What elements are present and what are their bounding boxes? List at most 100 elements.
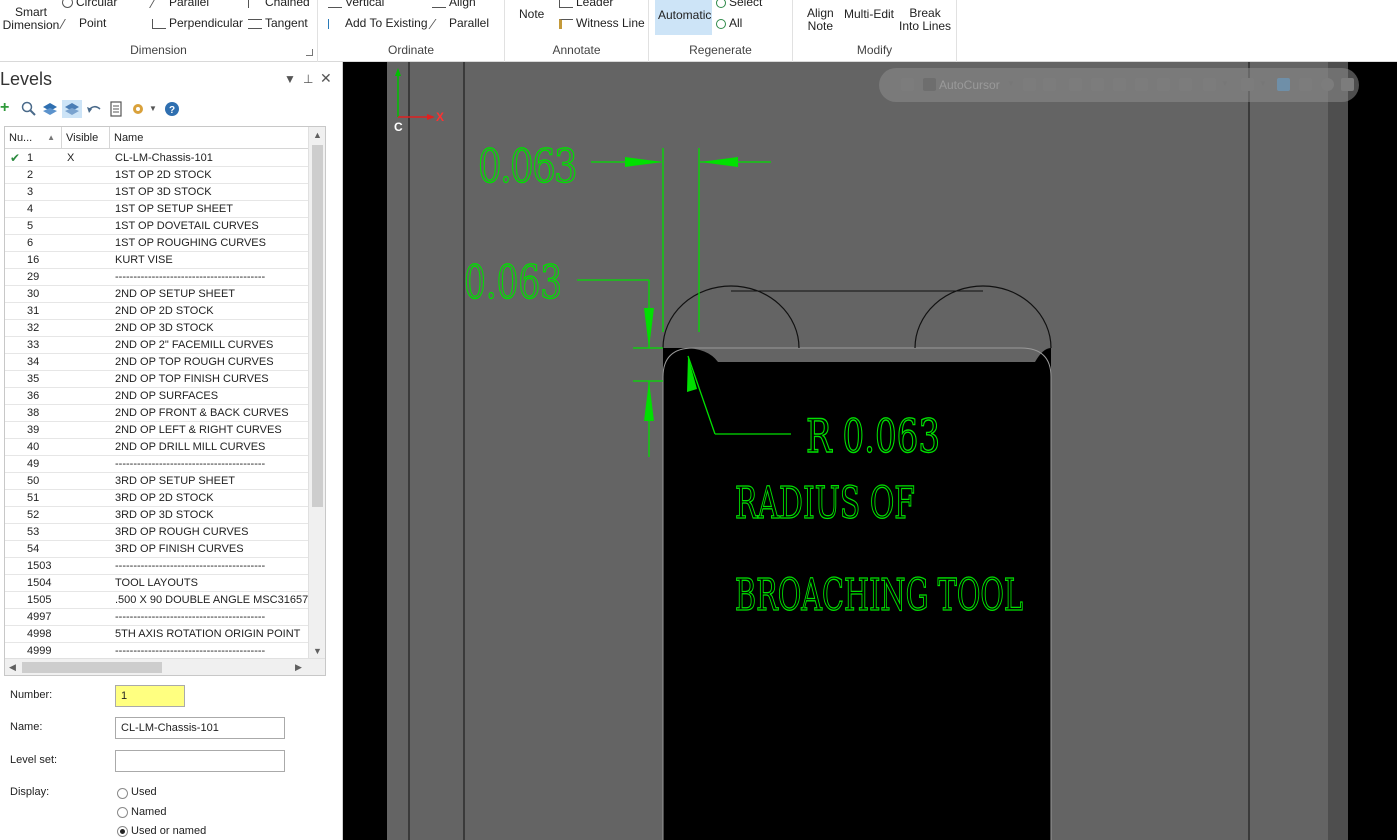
note-button[interactable]: Note <box>519 7 544 21</box>
level-visible[interactable] <box>67 167 107 183</box>
column-name-header[interactable]: Name <box>110 127 309 149</box>
align-note-button[interactable]: Align Note <box>807 7 834 33</box>
table-row[interactable]: 32 2ND OP 3D STOCK <box>5 320 309 337</box>
level-visible[interactable] <box>67 218 107 234</box>
vertical-button[interactable]: Vertical <box>328 0 384 9</box>
parallel-dim-button[interactable]: Parallel <box>149 0 209 9</box>
scroll-down-icon[interactable]: ▼ <box>313 646 322 656</box>
table-row[interactable]: 31 2ND OP 2D STOCK <box>5 303 309 320</box>
table-row[interactable]: 51 3RD OP 2D STOCK <box>5 490 309 507</box>
pin-icon[interactable]: ⊥ <box>303 72 313 86</box>
display-used-or-named-radio[interactable] <box>117 826 128 837</box>
table-row[interactable]: 1505 .500 X 90 DOUBLE ANGLE MSC31657208 <box>5 592 309 609</box>
settings-dropdown-icon[interactable]: ▼ <box>149 104 165 120</box>
panel-dropdown-icon[interactable]: ▼ <box>284 72 296 86</box>
level-visible[interactable] <box>67 201 107 217</box>
level-visible[interactable] <box>67 354 107 370</box>
table-row[interactable]: 40 2ND OP DRILL MILL CURVES <box>5 439 309 456</box>
table-row[interactable]: 1504 TOOL LAYOUTS <box>5 575 309 592</box>
autocursor-dropdown-icon[interactable]: ▼ <box>1007 79 1015 92</box>
display-named-radio[interactable] <box>117 807 128 818</box>
table-row[interactable]: 30 2ND OP SETUP SHEET <box>5 286 309 303</box>
table-row[interactable]: 38 2ND OP FRONT & BACK CURVES <box>5 405 309 422</box>
properties-icon[interactable] <box>108 101 124 117</box>
select-arrow-icon[interactable] <box>1069 78 1082 91</box>
level-visible[interactable] <box>67 473 107 489</box>
shaded-cube-icon[interactable] <box>1157 78 1170 91</box>
table-row[interactable]: 3 1ST OP 3D STOCK <box>5 184 309 201</box>
autocursor-toolbar[interactable]: AutoCursor ▼ ▼ ▼ <box>879 68 1359 102</box>
solid-select-icon[interactable] <box>1091 78 1104 91</box>
table-row[interactable]: 36 2ND OP SURFACES <box>5 388 309 405</box>
level-visible[interactable] <box>67 490 107 506</box>
levels-icon[interactable] <box>42 101 58 117</box>
circular-button[interactable]: Circular <box>62 0 117 9</box>
graphics-viewport[interactable]: X C 0.063 0.063 R 0.063 RADIUS OF BROACH… <box>343 62 1397 840</box>
level-visible[interactable] <box>67 422 107 438</box>
level-visible[interactable] <box>67 592 107 608</box>
all-button[interactable]: All <box>716 16 742 30</box>
level-visible[interactable] <box>67 507 107 523</box>
level-visible[interactable] <box>67 405 107 421</box>
table-row[interactable]: 50 3RD OP SETUP SHEET <box>5 473 309 490</box>
level-sets-icon[interactable] <box>62 100 82 118</box>
tangent-button[interactable]: Tangent <box>248 16 308 30</box>
table-row[interactable]: 6 1ST OP ROUGHING CURVES <box>5 235 309 252</box>
level-visible[interactable] <box>67 320 107 336</box>
table-row[interactable]: 5 1ST OP DOVETAIL CURVES <box>5 218 309 235</box>
automatic-button[interactable]: Automatic <box>655 0 712 35</box>
close-icon[interactable]: ✕ <box>320 70 332 87</box>
level-visible[interactable] <box>67 252 107 268</box>
witness-line-button[interactable]: Witness Line <box>559 16 645 30</box>
level-visible[interactable] <box>67 609 107 625</box>
leader-button[interactable]: Leader <box>559 0 613 9</box>
undo-icon[interactable] <box>86 101 102 117</box>
level-visible[interactable] <box>67 337 107 353</box>
settings-gear-icon[interactable] <box>130 101 146 117</box>
point-button[interactable]: Point <box>59 16 106 30</box>
column-visible-header[interactable]: Visible <box>62 127 110 149</box>
horizontal-scroll-thumb[interactable] <box>22 662 162 673</box>
name-field[interactable]: CL-LM-Chassis-101 <box>115 717 285 739</box>
level-visible[interactable] <box>67 388 107 404</box>
add-to-existing-button[interactable]: Add To Existing <box>328 16 428 30</box>
level-visible[interactable] <box>67 575 107 591</box>
scroll-up-icon[interactable]: ▲ <box>313 130 322 140</box>
clear-selection-icon[interactable] <box>1299 78 1312 91</box>
scroll-left-icon[interactable]: ◀ <box>9 662 16 673</box>
table-row[interactable]: 33 2ND OP 2" FACEMILL CURVES <box>5 337 309 354</box>
face-select-icon[interactable] <box>1113 78 1126 91</box>
body-select-icon[interactable] <box>1135 78 1148 91</box>
level-set-field[interactable] <box>115 750 285 772</box>
find-icon[interactable] <box>21 101 37 117</box>
parallel-ordinate-button[interactable]: Parallel <box>428 16 489 30</box>
selection-mode-icon[interactable] <box>1203 78 1216 91</box>
table-row[interactable]: 49 --------------------------------------… <box>5 456 309 473</box>
dimension-launcher-icon[interactable] <box>306 49 313 56</box>
selection-dropdown-icon[interactable]: ▼ <box>1221 79 1229 92</box>
level-visible[interactable] <box>67 235 107 251</box>
table-row[interactable]: 39 2ND OP LEFT & RIGHT CURVES <box>5 422 309 439</box>
table-row[interactable]: 54 3RD OP FINISH CURVES <box>5 541 309 558</box>
vertical-scrollbar[interactable]: ▲ ▼ <box>308 127 325 659</box>
vertical-scroll-thumb[interactable] <box>312 145 323 507</box>
snap-icon[interactable] <box>1023 78 1036 91</box>
table-row[interactable]: 4 1ST OP SETUP SHEET <box>5 201 309 218</box>
arrow-select-icon[interactable] <box>1341 78 1354 91</box>
level-visible[interactable]: X <box>67 150 107 166</box>
table-row[interactable]: 16 KURT VISE <box>5 252 309 269</box>
add-level-icon[interactable]: + <box>0 100 16 117</box>
wire-cube-icon[interactable] <box>1179 78 1192 91</box>
refresh-icon[interactable] <box>1321 78 1334 91</box>
display-used-radio[interactable] <box>117 788 128 799</box>
level-visible[interactable] <box>67 541 107 557</box>
perpendicular-button[interactable]: Perpendicular <box>152 16 243 30</box>
help-icon[interactable]: ? <box>164 101 180 117</box>
table-row[interactable]: 1503 ------------------------------------… <box>5 558 309 575</box>
table-row[interactable]: 35 2ND OP TOP FINISH CURVES <box>5 371 309 388</box>
column-number-header[interactable]: Nu... ▲ <box>5 127 62 149</box>
level-visible[interactable] <box>67 371 107 387</box>
level-visible[interactable] <box>67 643 107 659</box>
smart-dimension-button[interactable]: Smart Dimension <box>2 0 60 32</box>
drawing-canvas[interactable]: X C 0.063 0.063 R 0.063 RADIUS OF BROACH… <box>343 62 1397 840</box>
